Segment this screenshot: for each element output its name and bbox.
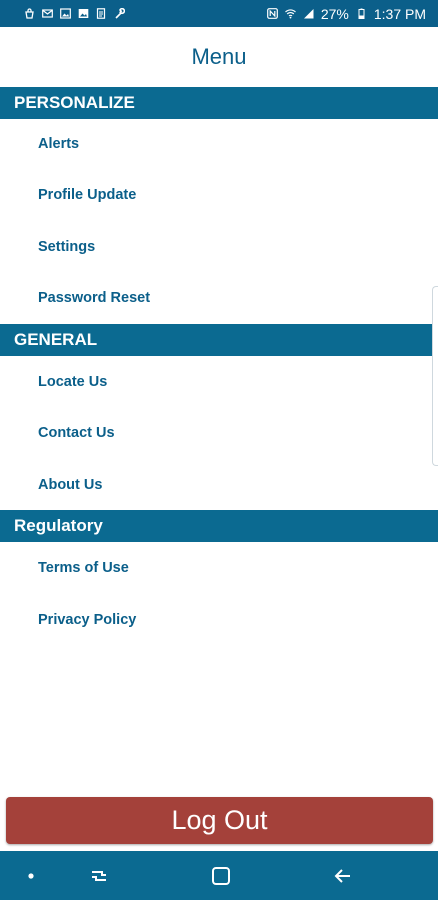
menu-item-password-reset[interactable]: Password Reset (0, 278, 438, 318)
menu-item-about-us[interactable]: About Us (0, 465, 438, 505)
scroll-handle[interactable] (432, 286, 438, 466)
status-bar-notifications (24, 8, 125, 19)
menu-item-profile-update[interactable]: Profile Update (0, 175, 438, 215)
battery-icon (356, 8, 367, 19)
menu-item-alerts[interactable]: Alerts (0, 124, 438, 164)
bag-icon (24, 8, 35, 19)
mail-icon (42, 8, 53, 19)
signal-icon (303, 8, 314, 19)
page-title: Menu (191, 44, 247, 69)
menu-item-terms-of-use[interactable]: Terms of Use (0, 548, 438, 588)
nfc-icon (266, 8, 278, 19)
menu-item-locate-us[interactable]: Locate Us (0, 362, 438, 402)
wifi-icon (284, 8, 296, 19)
header: Menu (0, 27, 438, 87)
image-icon (60, 8, 71, 19)
recent-apps-icon[interactable] (86, 863, 112, 889)
section-header-regulatory: Regulatory (0, 510, 438, 542)
back-icon[interactable] (330, 863, 356, 889)
section-header-general: GENERAL (0, 324, 438, 356)
clock: 1:37 PM (373, 5, 426, 22)
menu-item-privacy-policy[interactable]: Privacy Policy (0, 600, 438, 640)
status-bar: 27% 1:37 PM (0, 0, 438, 27)
menu-item-contact-us[interactable]: Contact Us (0, 413, 438, 453)
gallery-icon (78, 8, 89, 19)
menu-item-settings[interactable]: Settings (0, 227, 438, 267)
status-bar-system: 27% 1:37 PM (266, 5, 426, 22)
navigation-bar (0, 851, 438, 900)
battery-percent: 27% (320, 5, 349, 22)
section-header-personalize: PERSONALIZE (0, 87, 438, 119)
home-icon[interactable] (208, 863, 234, 889)
wrench-icon (114, 8, 125, 19)
logout-button[interactable]: Log Out (6, 797, 433, 844)
document-icon (96, 8, 107, 19)
dot-icon (18, 863, 44, 889)
